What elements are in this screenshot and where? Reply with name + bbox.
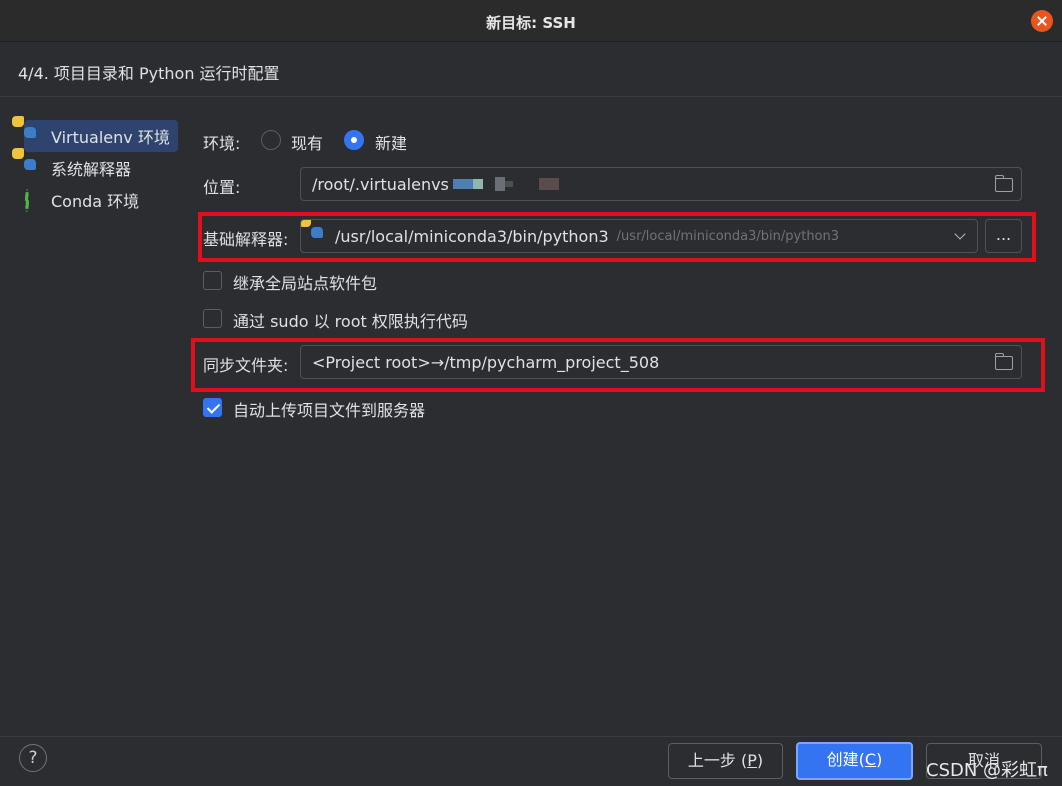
footer-divider bbox=[0, 736, 1062, 737]
window-title: 新目标: SSH bbox=[486, 14, 576, 32]
redacted-block bbox=[538, 178, 559, 190]
watermark: CSDN @彩虹π bbox=[926, 760, 1048, 781]
inherit-packages-checkbox[interactable] bbox=[203, 271, 222, 290]
help-button[interactable]: ? bbox=[19, 744, 47, 772]
auto-upload-label: 自动上传项目文件到服务器 bbox=[233, 401, 426, 420]
sidebar-item-label: 系统解释器 bbox=[51, 160, 132, 179]
highlight-box bbox=[191, 338, 1045, 392]
radio-existing-label[interactable]: 现有 bbox=[291, 130, 323, 154]
location-input[interactable]: /root/.virtualenvs bbox=[300, 167, 1022, 201]
radio-new[interactable] bbox=[344, 130, 364, 150]
sidebar-item-conda[interactable]: Conda 环境 bbox=[20, 184, 180, 216]
redacted-block bbox=[504, 181, 513, 187]
sudo-checkbox[interactable] bbox=[203, 309, 222, 328]
step-title: 4/4. 项目目录和 Python 运行时配置 bbox=[18, 64, 280, 83]
previous-mnemonic: P bbox=[747, 751, 757, 770]
title-bar: 新目标: SSH bbox=[0, 0, 1062, 42]
radio-new-label[interactable]: 新建 bbox=[375, 130, 407, 154]
sudo-label: 通过 sudo 以 root 权限执行代码 bbox=[233, 312, 468, 331]
python-icon bbox=[12, 148, 42, 177]
previous-button-end: ) bbox=[756, 751, 764, 770]
create-button-label: 创建( bbox=[826, 750, 865, 769]
location-label: 位置: bbox=[203, 178, 241, 197]
folder-icon[interactable] bbox=[995, 175, 1013, 192]
previous-button-label: 上一步 ( bbox=[687, 751, 748, 770]
create-button[interactable]: 创建(C) bbox=[796, 742, 913, 780]
sidebar-item-label: Virtualenv 环境 bbox=[51, 128, 170, 147]
redacted-block bbox=[452, 179, 473, 189]
auto-upload-checkbox[interactable] bbox=[203, 398, 222, 417]
sidebar: Virtualenv 环境 系统解释器 Conda 环境 bbox=[12, 116, 180, 216]
sidebar-item-label: Conda 环境 bbox=[51, 192, 140, 211]
previous-button[interactable]: 上一步 (P) bbox=[668, 743, 783, 779]
conda-icon bbox=[24, 189, 42, 212]
sidebar-item-virtualenv[interactable]: Virtualenv 环境 bbox=[12, 116, 178, 152]
sidebar-item-system-interpreter[interactable]: 系统解释器 bbox=[12, 148, 180, 184]
radio-existing[interactable] bbox=[261, 130, 281, 150]
close-icon[interactable] bbox=[1031, 10, 1053, 32]
python-icon bbox=[12, 116, 42, 145]
inherit-packages-label: 继承全局站点软件包 bbox=[233, 274, 378, 293]
env-label: 环境: bbox=[203, 134, 241, 153]
header-divider bbox=[0, 96, 1062, 97]
location-value: /root/.virtualenvs bbox=[312, 174, 449, 194]
redacted-block bbox=[472, 179, 483, 189]
highlight-box bbox=[198, 212, 1036, 262]
create-mnemonic: C bbox=[864, 750, 877, 769]
redacted-block bbox=[494, 177, 505, 191]
create-button-end: ) bbox=[876, 750, 883, 769]
